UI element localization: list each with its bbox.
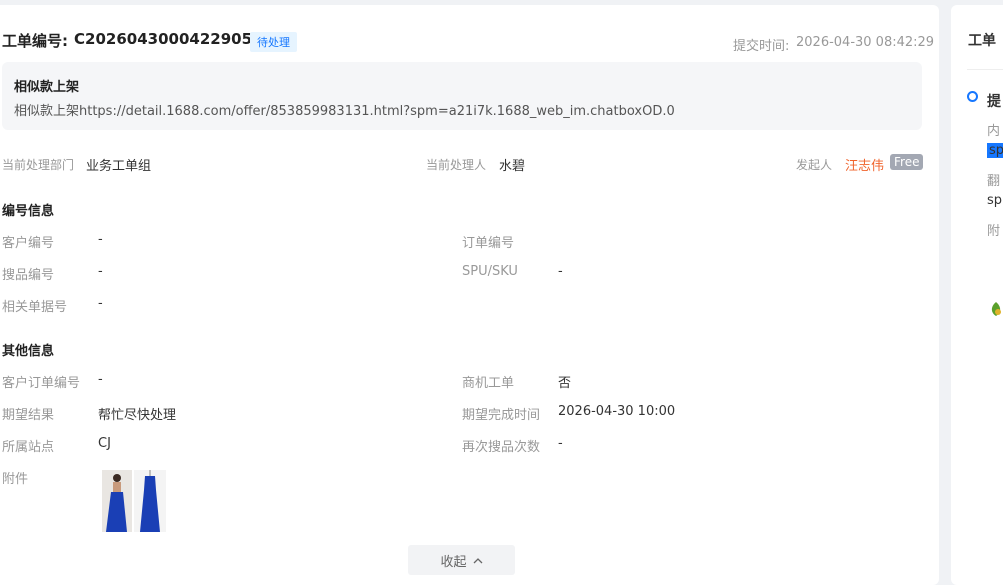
research-count-label: 再次搜品次数 <box>462 440 541 455</box>
spu-value: - <box>558 264 563 279</box>
dress-product-image <box>134 470 166 532</box>
initiator-free-tag: Free <box>890 154 924 170</box>
site-value: CJ <box>98 436 111 451</box>
related-no-label: 相关单据号 <box>2 300 68 315</box>
step-title: 提 <box>987 94 1001 110</box>
numbering-heading: 编号信息 <box>2 204 55 219</box>
biz-ticket-value: 否 <box>558 376 572 391</box>
spu-label: SPU/SKU <box>462 264 518 279</box>
attachment-thumbnail-1[interactable] <box>102 470 132 532</box>
dept-value: 业务工单组 <box>86 159 152 174</box>
ticket-number: C202604300042290561 <box>74 30 273 48</box>
biz-ticket-label: 商机工单 <box>462 376 515 391</box>
request-content[interactable]: 相似款上架https://detail.1688.com/offer/85385… <box>14 100 675 119</box>
search-no-label: 搜品编号 <box>2 268 55 283</box>
related-no-value: - <box>98 296 103 311</box>
flow-panel-title: 工单 <box>968 33 996 49</box>
step-line-1: 内 <box>987 124 1001 139</box>
submit-time-label: 提交时间: <box>733 39 790 54</box>
step-line-3: 翻 <box>987 174 1001 189</box>
attachment-thumbnail-2[interactable] <box>134 470 166 532</box>
expected-time-label: 期望完成时间 <box>462 408 541 423</box>
research-count-value: - <box>558 436 563 451</box>
collapse-button[interactable]: 收起 <box>408 545 515 575</box>
request-content-box: 相似款上架 相似款上架https://detail.1688.com/offer… <box>2 62 922 130</box>
attachment-label: 附件 <box>2 472 29 487</box>
ticket-detail-card: 工单编号: C202604300042290561 待处理 提交时间: 2026… <box>0 5 939 585</box>
customer-no-label: 客户编号 <box>2 236 55 251</box>
ticket-flow-panel: 工单 提 内 sp 翻 sp 附 <box>951 5 1003 585</box>
order-no-label: 订单编号 <box>462 236 515 251</box>
cust-order-label: 客户订单编号 <box>2 376 81 391</box>
person-label: 当前处理人 <box>426 158 487 172</box>
status-badge: 待处理 <box>250 32 297 52</box>
submit-time: 2026-04-30 08:42:29 <box>796 35 935 50</box>
person-value: 水碧 <box>499 159 526 174</box>
step-dot-icon <box>967 91 978 102</box>
step-line-5: 附 <box>987 224 1001 239</box>
search-no-value: - <box>98 264 103 279</box>
dept-label: 当前处理部门 <box>2 158 75 172</box>
ticket-title-label: 工单编号: <box>2 32 68 50</box>
customer-no-value: - <box>98 232 103 247</box>
expected-result-value: 帮忙尽快处理 <box>98 408 177 423</box>
step-line-2: sp <box>987 143 1003 158</box>
cust-order-value: - <box>98 372 103 387</box>
initiator-name[interactable]: 汪志伟 <box>845 155 884 174</box>
initiator-label: 发起人 <box>796 158 833 172</box>
chevron-up-icon <box>473 557 482 563</box>
step-line-4: sp <box>987 193 1003 208</box>
expected-time-value: 2026-04-30 10:00 <box>558 404 676 419</box>
leaf-icon <box>991 302 1001 316</box>
expected-result-label: 期望结果 <box>2 408 55 423</box>
request-heading: 相似款上架 <box>14 80 80 95</box>
dress-model-image <box>102 470 132 532</box>
other-info-heading: 其他信息 <box>2 344 55 359</box>
divider <box>967 69 1003 70</box>
site-label: 所属站点 <box>2 440 55 455</box>
